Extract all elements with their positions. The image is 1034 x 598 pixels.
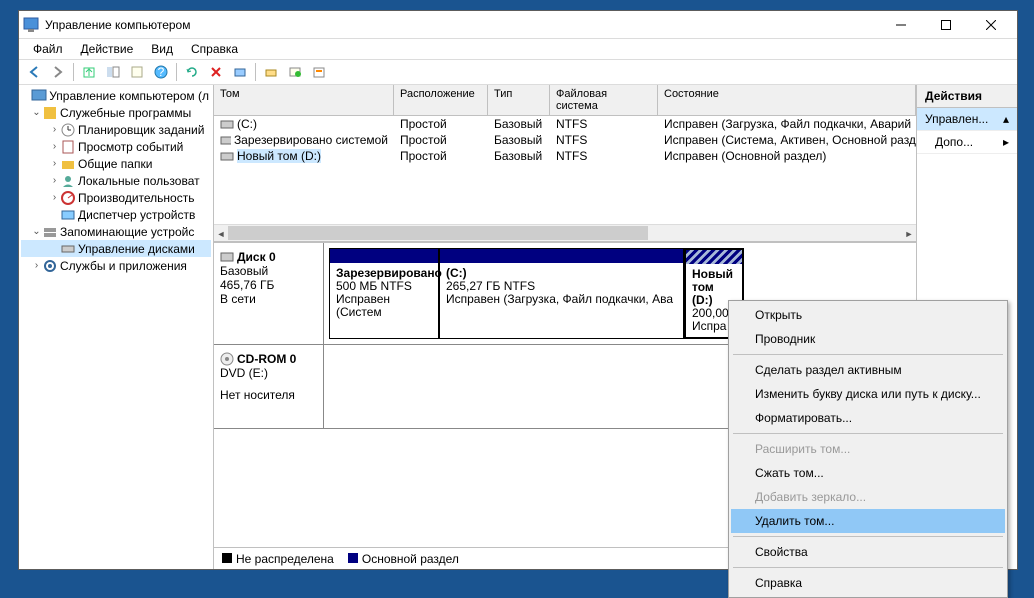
help-button[interactable]: ? <box>150 61 172 83</box>
titlebar: Управление компьютером <box>19 11 1017 39</box>
properties-button[interactable] <box>126 61 148 83</box>
context-menu-item: Добавить зеркало... <box>731 485 1005 509</box>
context-menu-item[interactable]: Проводник <box>731 327 1005 351</box>
actions-title: Действия <box>917 85 1017 108</box>
toolbar: ? <box>19 59 1017 85</box>
col-type[interactable]: Тип <box>488 85 550 115</box>
context-menu: ОткрытьПроводник Сделать раздел активнымИ… <box>728 300 1008 598</box>
tree-item[interactable]: Общие папки <box>78 157 152 171</box>
action-button-3[interactable] <box>284 61 306 83</box>
partition[interactable]: Зарезервировано500 МБ NTFSИсправен (Сист… <box>329 248 439 339</box>
context-menu-item[interactable]: Свойства <box>731 540 1005 564</box>
users-icon <box>60 173 76 189</box>
window-title: Управление компьютером <box>45 18 878 32</box>
cdrom-icon <box>220 352 234 366</box>
tree-item[interactable]: Диспетчер устройств <box>78 208 195 222</box>
scheduler-icon <box>60 122 76 138</box>
context-menu-item[interactable]: Изменить букву диска или путь к диску... <box>731 382 1005 406</box>
menubar: Файл Действие Вид Справка <box>19 39 1017 59</box>
tree-item[interactable]: Просмотр событий <box>78 140 183 154</box>
delete-button[interactable] <box>205 61 227 83</box>
computer-icon <box>31 88 47 104</box>
disk-mgmt-icon <box>60 241 76 257</box>
partition[interactable]: (C:)265,27 ГБ NTFSИсправен (Загрузка, Фа… <box>439 248 684 339</box>
menu-view[interactable]: Вид <box>143 40 181 58</box>
tree-item[interactable]: Производительность <box>78 191 194 205</box>
tree-storage[interactable]: Запоминающие устройс <box>60 225 194 239</box>
tree-item[interactable]: Планировщик заданий <box>78 123 204 137</box>
context-menu-item[interactable]: Сделать раздел активным <box>731 358 1005 382</box>
services-icon <box>42 258 58 274</box>
menu-action[interactable]: Действие <box>73 40 142 58</box>
storage-icon <box>42 224 58 240</box>
refresh-button[interactable] <box>181 61 203 83</box>
context-menu-item[interactable]: Форматировать... <box>731 406 1005 430</box>
app-icon <box>23 17 39 33</box>
disk-label[interactable]: Диск 0 Базовый 465,76 ГБ В сети <box>214 243 324 344</box>
device-manager-icon <box>60 207 76 223</box>
minimize-button[interactable] <box>878 11 923 39</box>
context-menu-item[interactable]: Сжать том... <box>731 461 1005 485</box>
volume-row[interactable]: Новый том (D:)ПростойБазовыйNTFSИсправен… <box>214 148 916 164</box>
context-menu-item: Расширить том... <box>731 437 1005 461</box>
tree-disk-management[interactable]: Управление дисками <box>78 242 195 256</box>
tools-icon <box>42 105 58 121</box>
up-button[interactable] <box>78 61 100 83</box>
h-scrollbar[interactable]: ◄► <box>214 224 916 241</box>
show-hide-tree-button[interactable] <box>102 61 124 83</box>
shared-folders-icon <box>60 156 76 172</box>
back-button[interactable] <box>23 61 45 83</box>
menu-help[interactable]: Справка <box>183 40 246 58</box>
tree-system-tools[interactable]: Служебные программы <box>60 106 191 120</box>
tree-services[interactable]: Службы и приложения <box>60 259 187 273</box>
context-menu-item[interactable]: Удалить том... <box>731 509 1005 533</box>
action-button-4[interactable] <box>308 61 330 83</box>
chevron-right-icon: ▸ <box>1003 135 1009 149</box>
volume-list: Том Расположение Тип Файловая система Со… <box>214 85 916 243</box>
chevron-up-icon: ▴ <box>1003 112 1009 126</box>
context-menu-item[interactable]: Справка <box>731 571 1005 595</box>
maximize-button[interactable] <box>923 11 968 39</box>
action-button-2[interactable] <box>260 61 282 83</box>
cdrom-label[interactable]: CD-ROM 0 DVD (E:) Нет носителя <box>214 345 324 428</box>
tree-root[interactable]: Управление компьютером (л <box>49 89 209 103</box>
col-status[interactable]: Состояние <box>658 85 916 115</box>
close-button[interactable] <box>968 11 1013 39</box>
tree-item[interactable]: Локальные пользоват <box>78 174 200 188</box>
action-button-1[interactable] <box>229 61 251 83</box>
events-icon <box>60 139 76 155</box>
context-menu-item[interactable]: Открыть <box>731 303 1005 327</box>
col-layout[interactable]: Расположение <box>394 85 488 115</box>
performance-icon <box>60 190 76 206</box>
menu-file[interactable]: Файл <box>25 40 71 58</box>
actions-item[interactable]: Управлен...▴ <box>917 108 1017 131</box>
actions-item[interactable]: Допо...▸ <box>917 131 1017 154</box>
disk-icon <box>220 251 234 263</box>
col-volume[interactable]: Том <box>214 85 394 115</box>
volume-row[interactable]: Зарезервировано системойПростойБазовыйNT… <box>214 132 916 148</box>
volume-header: Том Расположение Тип Файловая система Со… <box>214 85 916 116</box>
col-fs[interactable]: Файловая система <box>550 85 658 115</box>
tree-pane[interactable]: Управление компьютером (л ⌄Служебные про… <box>19 85 214 569</box>
svg-text:?: ? <box>158 65 165 79</box>
volume-row[interactable]: (C:)ПростойБазовыйNTFSИсправен (Загрузка… <box>214 116 916 132</box>
forward-button[interactable] <box>47 61 69 83</box>
